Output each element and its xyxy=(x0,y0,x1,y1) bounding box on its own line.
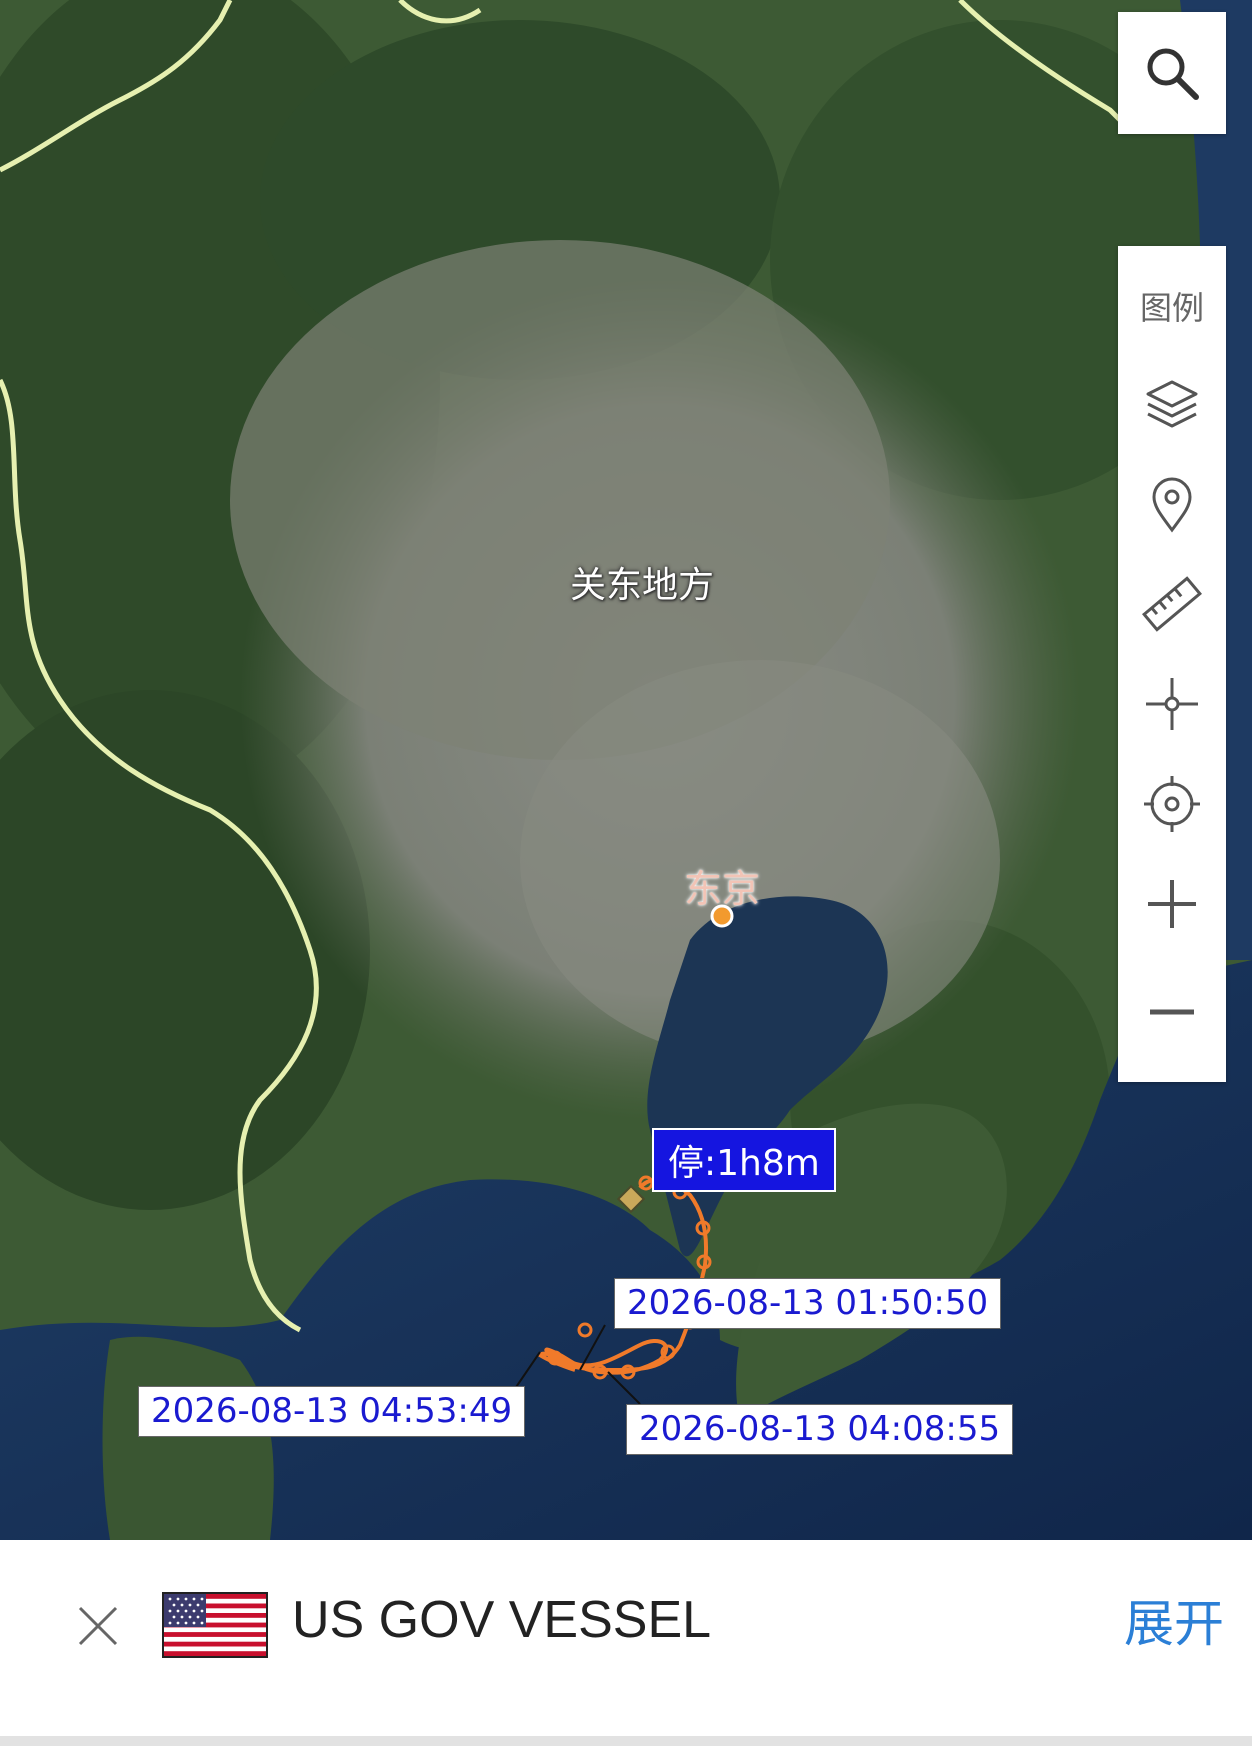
locate-button[interactable] xyxy=(1118,754,1226,854)
search-icon xyxy=(1147,48,1199,100)
map-view[interactable]: 关东地方 东京 停:1h8m 2026-08-13 01:50:50 2026-… xyxy=(0,0,1252,1540)
zoom-out-icon xyxy=(1150,1009,1194,1015)
expand-button[interactable]: 展开 xyxy=(1124,1584,1224,1656)
zoom-out-button[interactable] xyxy=(1118,962,1226,1062)
search-button[interactable] xyxy=(1118,12,1226,134)
stop-duration-label[interactable]: 停:1h8m xyxy=(652,1128,836,1192)
location-pin-button[interactable] xyxy=(1118,454,1226,554)
vessel-name: US GOV VESSEL xyxy=(292,1591,712,1649)
timestamp-label-1[interactable]: 2026-08-13 01:50:50 xyxy=(614,1278,1002,1330)
layers-icon xyxy=(1146,380,1198,428)
locate-icon xyxy=(1144,776,1200,832)
crosshair-icon xyxy=(1146,678,1198,730)
timestamp-label-3[interactable]: 2026-08-13 04:08:55 xyxy=(626,1404,1014,1456)
bottom-divider xyxy=(0,1736,1252,1746)
crosshair-button[interactable] xyxy=(1118,654,1226,754)
location-pin-icon xyxy=(1152,477,1192,533)
map-toolbar: 图例 xyxy=(1118,246,1226,1082)
ruler-icon xyxy=(1142,576,1202,632)
close-button[interactable] xyxy=(70,1598,126,1654)
close-icon xyxy=(78,1606,118,1646)
legend-label: 图例 xyxy=(1139,289,1204,327)
layers-button[interactable] xyxy=(1118,354,1226,454)
ruler-button[interactable] xyxy=(1118,554,1226,654)
us-flag-icon xyxy=(162,1592,268,1658)
region-label: 关东地方 xyxy=(570,565,715,606)
zoom-in-icon xyxy=(1148,880,1196,928)
timestamp-label-2[interactable]: 2026-08-13 04:53:49 xyxy=(138,1386,526,1438)
vessel-info-bar: US GOV VESSEL 展开 xyxy=(0,1540,1252,1746)
legend-button[interactable]: 图例 xyxy=(1118,266,1226,346)
zoom-in-button[interactable] xyxy=(1118,854,1226,954)
city-label: 东京 xyxy=(684,867,761,911)
